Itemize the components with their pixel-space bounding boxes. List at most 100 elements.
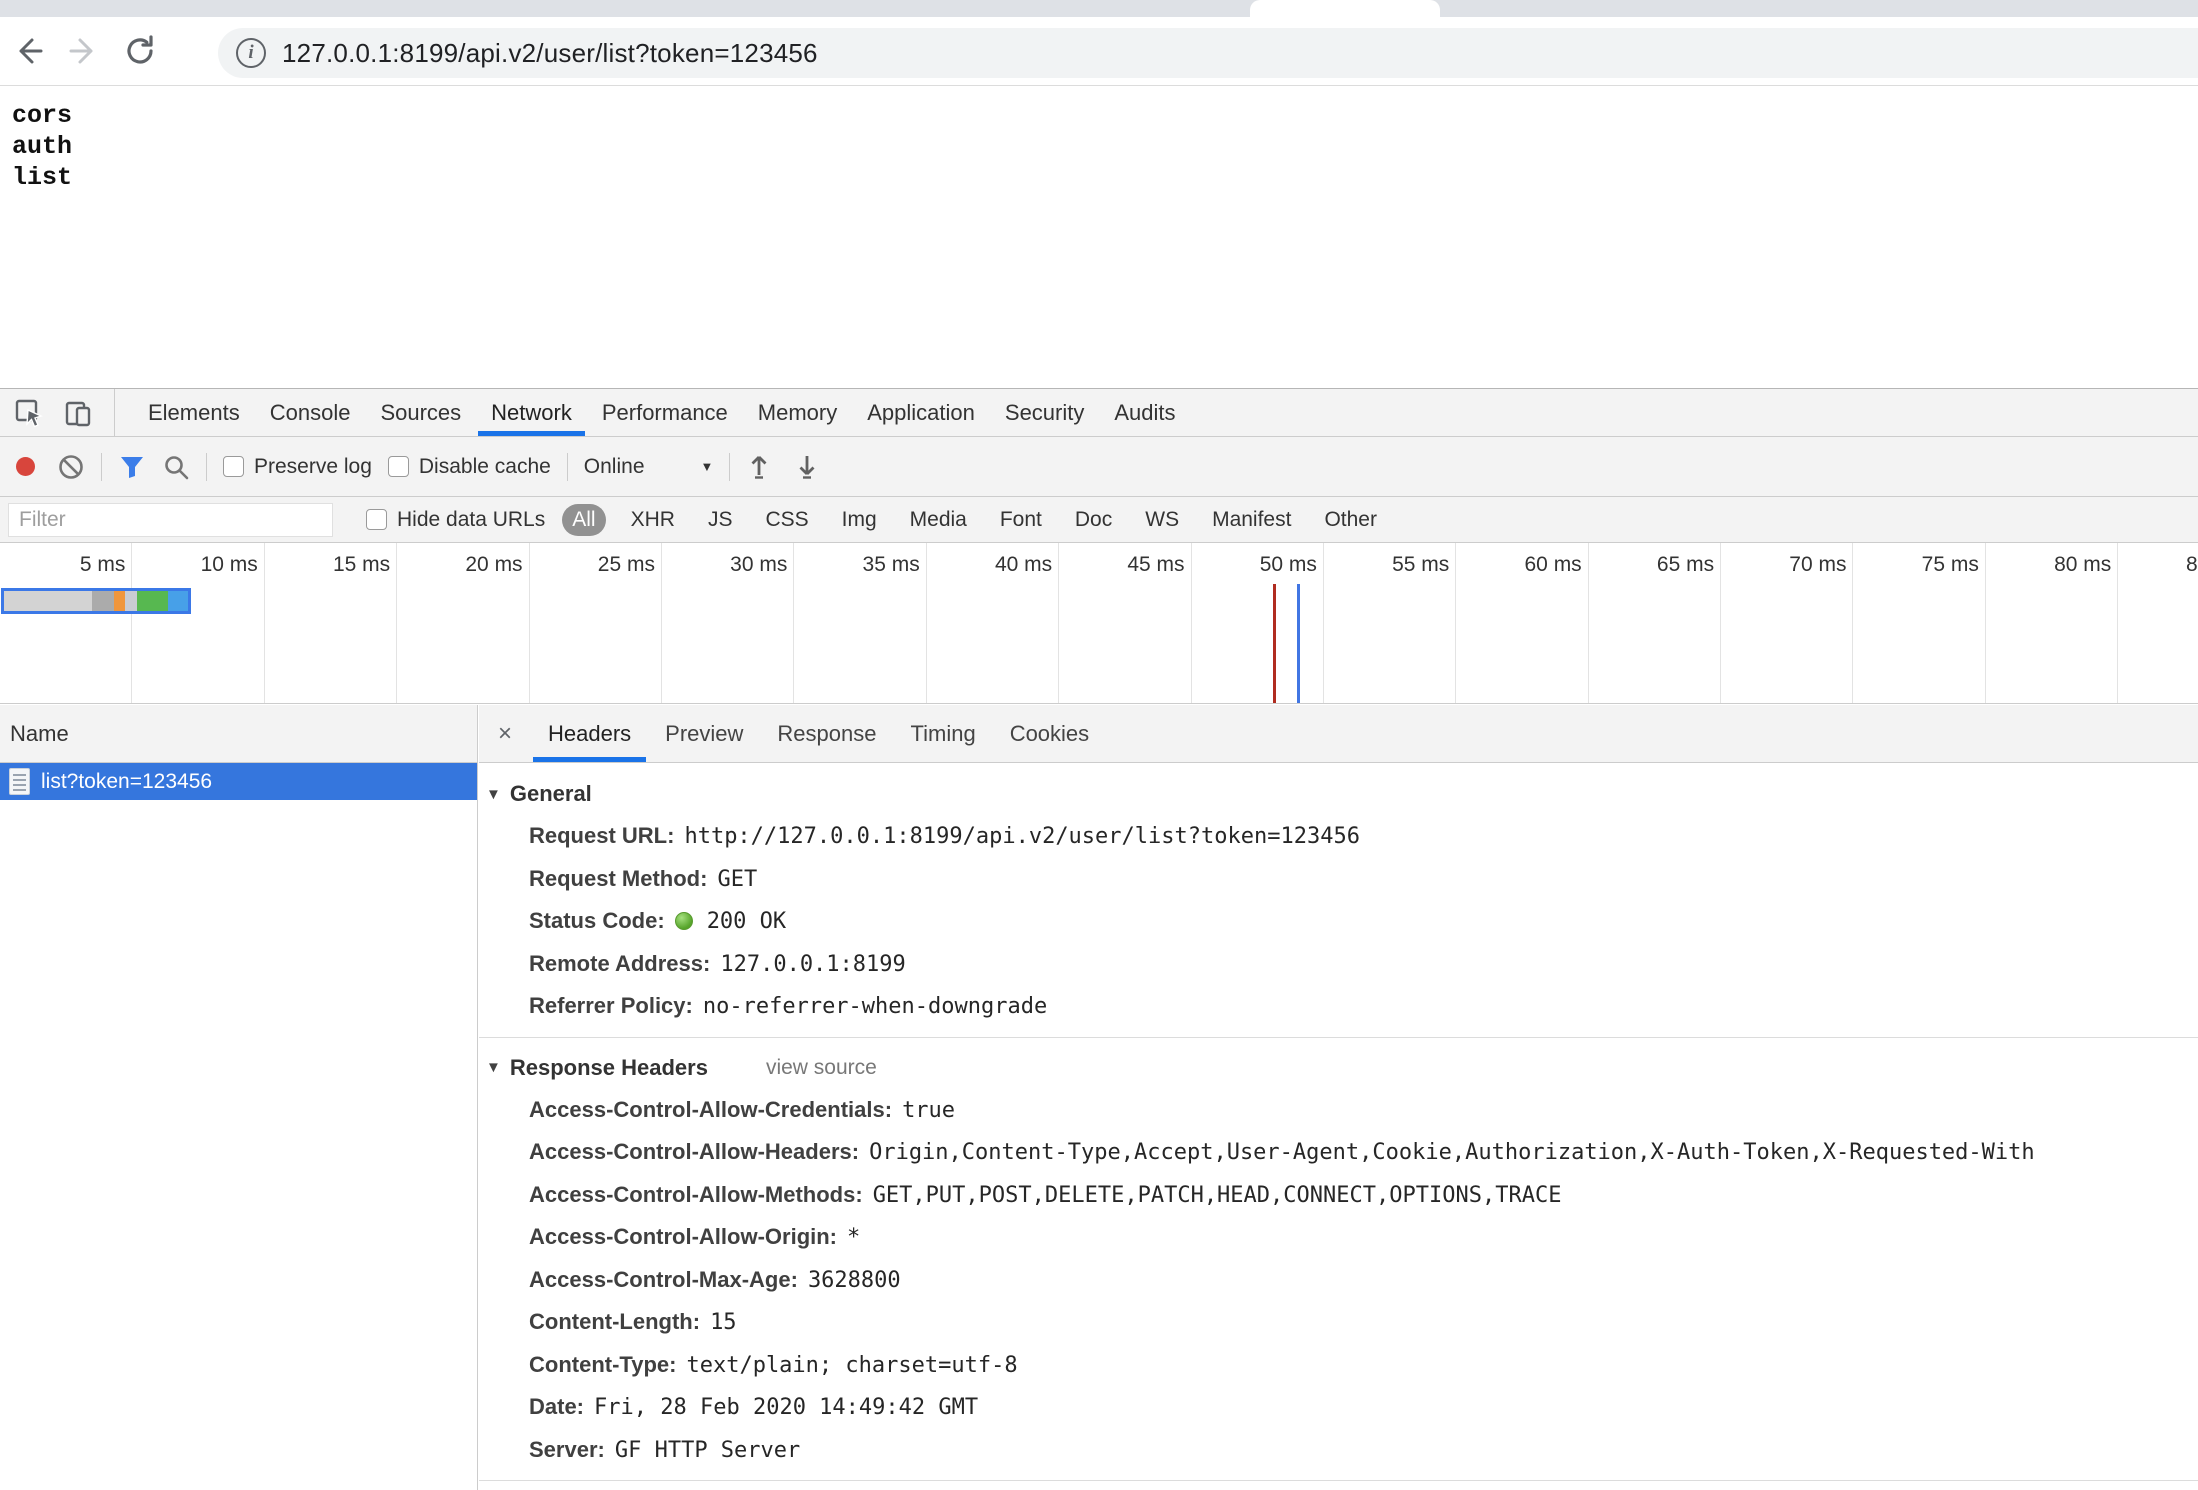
details-tab-timing[interactable]: Timing <box>893 705 992 762</box>
active-browser-tab[interactable] <box>1250 0 1440 17</box>
record-button[interactable] <box>16 457 35 476</box>
header-name: Server: <box>529 1437 605 1462</box>
back-button[interactable] <box>0 23 56 79</box>
filter-type-doc[interactable]: Doc <box>1067 505 1120 535</box>
browser-tab-strip <box>0 0 2198 17</box>
filter-type-other[interactable]: Other <box>1316 505 1385 535</box>
devtools-panel: ElementsConsoleSourcesNetworkPerformance… <box>0 388 2198 1490</box>
overview-segment <box>125 591 138 611</box>
forward-button[interactable] <box>56 23 112 79</box>
header-value: GF HTTP Server <box>615 1438 800 1463</box>
request-row[interactable]: list?token=123456 <box>0 763 477 800</box>
page-text-line: list <box>12 162 2198 193</box>
timeline-tick: 70 ms <box>1721 543 1853 703</box>
timeline-tick: 50 ms <box>1192 543 1324 703</box>
header-name: Access-Control-Allow-Credentials: <box>529 1097 892 1122</box>
header-value: GET <box>717 867 757 892</box>
filter-type-js[interactable]: JS <box>700 505 741 535</box>
waterfall-overview-bar[interactable] <box>1 588 191 614</box>
tab-elements[interactable]: Elements <box>133 389 255 436</box>
filter-type-css[interactable]: CSS <box>757 505 816 535</box>
filter-type-img[interactable]: Img <box>834 505 885 535</box>
header-row: Content-Type:text/plain; charset=utf-8 <box>479 1344 2198 1387</box>
tab-memory[interactable]: Memory <box>743 389 852 436</box>
collapse-triangle-icon[interactable]: ▼ <box>486 786 501 803</box>
header-name: Access-Control-Allow-Headers: <box>529 1139 859 1164</box>
filter-input[interactable] <box>8 503 333 537</box>
collapse-triangle-icon[interactable]: ▼ <box>486 1059 501 1076</box>
url-text[interactable]: 127.0.0.1:8199/api.v2/user/list?token=12… <box>282 38 818 69</box>
timeline-tick: 10 ms <box>132 543 264 703</box>
preserve-log-checkbox[interactable]: Preserve log <box>223 455 372 479</box>
address-bar[interactable]: i 127.0.0.1:8199/api.v2/user/list?token=… <box>218 28 2198 78</box>
disable-cache-checkbox[interactable]: Disable cache <box>388 455 551 479</box>
device-toolbar-icon[interactable] <box>64 398 94 428</box>
filter-type-manifest[interactable]: Manifest <box>1204 505 1299 535</box>
close-details-button[interactable]: × <box>479 705 531 762</box>
header-name: Content-Length: <box>529 1309 700 1334</box>
request-name: list?token=123456 <box>41 770 212 794</box>
throttling-dropdown[interactable]: Online ▼ <box>584 455 714 479</box>
tab-security[interactable]: Security <box>990 389 1099 436</box>
browser-window: i 127.0.0.1:8199/api.v2/user/list?token=… <box>0 0 2198 1490</box>
header-row: Access-Control-Max-Age:3628800 <box>479 1259 2198 1302</box>
search-icon[interactable] <box>162 453 190 481</box>
header-name: Request Method: <box>529 866 707 891</box>
details-tab-headers[interactable]: Headers <box>531 705 648 762</box>
import-har-icon[interactable] <box>746 453 772 481</box>
page-content: corsauthlist <box>0 87 2198 388</box>
header-row: Referrer Policy:no-referrer-when-downgra… <box>479 985 2198 1028</box>
timeline-tick: 45 ms <box>1059 543 1191 703</box>
export-har-icon[interactable] <box>794 453 820 481</box>
header-row: Server: GF HTTP Server <box>479 1429 2198 1472</box>
filter-type-all[interactable]: All <box>562 504 605 536</box>
tab-network[interactable]: Network <box>476 389 587 436</box>
load-event-line <box>1297 584 1300 703</box>
name-column-label: Name <box>10 721 69 747</box>
header-row: Status Code:200 OK <box>479 900 2198 943</box>
tab-audits[interactable]: Audits <box>1099 389 1190 436</box>
browser-toolbar: i 127.0.0.1:8199/api.v2/user/list?token=… <box>0 17 2198 86</box>
filter-type-xhr[interactable]: XHR <box>623 505 683 535</box>
section-header[interactable]: ▼Response Headersview source <box>479 1047 2198 1089</box>
view-source-link[interactable]: view source <box>766 1056 877 1080</box>
details-tab-cookies[interactable]: Cookies <box>993 705 1106 762</box>
page-text-line: cors <box>12 100 2198 131</box>
header-value: 15 <box>710 1310 737 1335</box>
tab-application[interactable]: Application <box>852 389 990 436</box>
inspect-element-icon[interactable] <box>14 398 44 428</box>
timeline-ruler[interactable]: 5 ms10 ms15 ms20 ms25 ms30 ms35 ms40 ms4… <box>0 543 2198 704</box>
reload-button[interactable] <box>112 23 168 79</box>
header-value: 127.0.0.1:8199 <box>720 952 905 977</box>
timeline-clipped-tick: 8 <box>2186 553 2198 577</box>
checkbox-icon[interactable] <box>223 456 244 477</box>
domcontentloaded-line <box>1273 584 1276 703</box>
header-value: GET,PUT,POST,DELETE,PATCH,HEAD,CONNECT,O… <box>873 1183 1562 1208</box>
filter-type-ws[interactable]: WS <box>1137 505 1187 535</box>
filter-type-font[interactable]: Font <box>992 505 1050 535</box>
tab-console[interactable]: Console <box>255 389 366 436</box>
page-text-line: auth <box>12 131 2198 162</box>
tab-sources[interactable]: Sources <box>365 389 476 436</box>
timeline-tick: 40 ms <box>927 543 1059 703</box>
clear-button[interactable] <box>57 453 85 481</box>
page-info-icon[interactable]: i <box>236 38 266 68</box>
filter-toggle-icon[interactable] <box>118 453 146 481</box>
hide-data-urls-checkbox[interactable]: Hide data URLs <box>366 508 545 532</box>
filter-type-media[interactable]: Media <box>902 505 975 535</box>
tab-performance[interactable]: Performance <box>587 389 743 436</box>
details-tab-preview[interactable]: Preview <box>648 705 760 762</box>
header-name: Date: <box>529 1394 584 1419</box>
header-name: Access-Control-Allow-Origin: <box>529 1224 837 1249</box>
details-tab-response[interactable]: Response <box>760 705 893 762</box>
preserve-log-label: Preserve log <box>254 455 372 479</box>
section-response-headers: ▼Response Headersview source Access-Contr… <box>479 1038 2198 1481</box>
checkbox-icon[interactable] <box>388 456 409 477</box>
network-panels: Name list?token=123456 × HeadersPreviewR… <box>0 705 2198 1490</box>
section-header[interactable]: ▼General <box>479 773 2198 815</box>
overview-segment <box>114 591 124 611</box>
checkbox-icon[interactable] <box>366 509 387 530</box>
details-tabbar: × HeadersPreviewResponseTimingCookies <box>479 705 2198 763</box>
name-column-header[interactable]: Name <box>0 705 477 763</box>
header-row: Request URL:http://127.0.0.1:8199/api.v2… <box>479 815 2198 858</box>
